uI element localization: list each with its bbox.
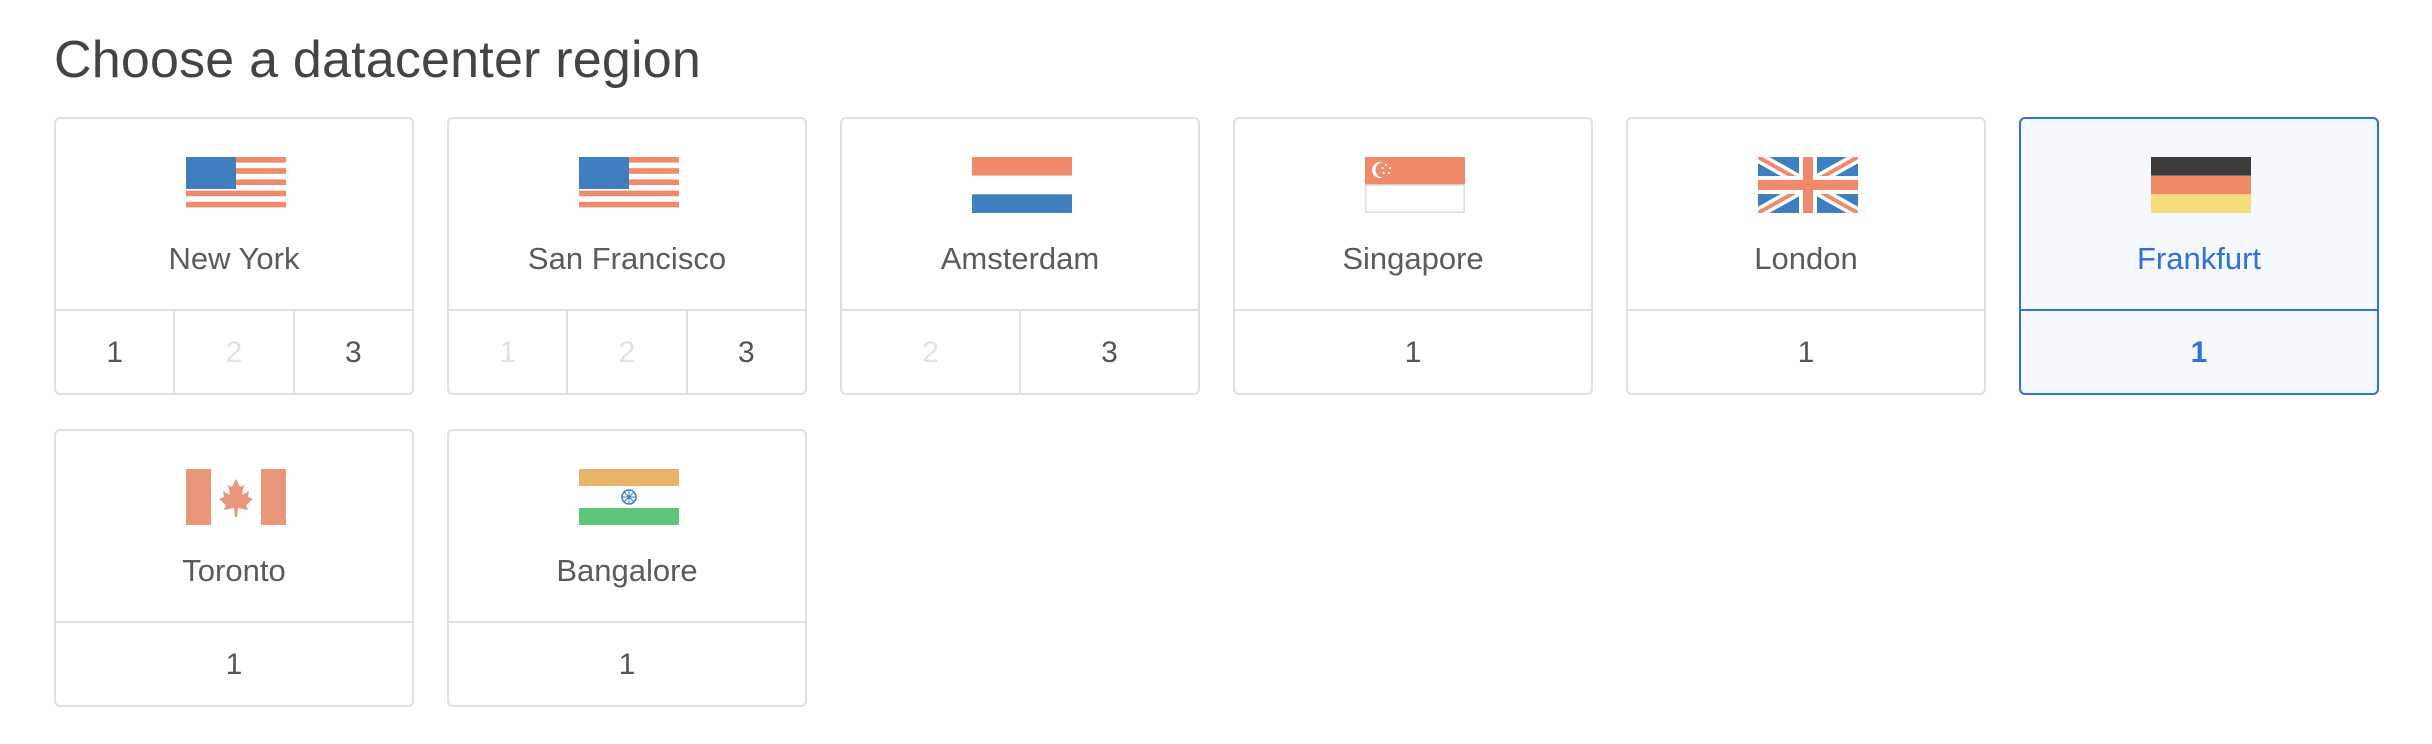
region-header[interactable]: Bangalore	[449, 431, 805, 621]
region-card-frankfurt[interactable]: Frankfurt 1	[2019, 117, 2379, 395]
region-header[interactable]: New York	[56, 119, 412, 309]
us-flag-icon	[579, 157, 679, 213]
datacenter-options: 1	[1235, 309, 1591, 393]
datacenter-options: 1 2 3	[449, 309, 805, 393]
region-name: Frankfurt	[2136, 241, 2262, 276]
region-card-new-york[interactable]: New York 1 2 3	[54, 117, 414, 395]
uk-flag-icon	[1758, 157, 1858, 213]
datacenter-option-selected[interactable]: 1	[2021, 311, 2377, 393]
region-card-san-francisco[interactable]: San Francisco 1 2 3	[447, 117, 807, 395]
datacenter-options: 1	[449, 621, 805, 705]
region-header[interactable]: Frankfurt	[2021, 119, 2377, 309]
region-card-toronto[interactable]: Toronto 1	[54, 429, 414, 707]
region-card-amsterdam[interactable]: Amsterdam 2 3	[840, 117, 1200, 395]
datacenter-option[interactable]: 1	[56, 623, 412, 705]
region-name: San Francisco	[527, 241, 727, 276]
region-header[interactable]: Singapore	[1235, 119, 1591, 309]
region-name: Toronto	[182, 553, 286, 588]
region-header[interactable]: Amsterdam	[842, 119, 1198, 309]
region-card-singapore[interactable]: Singapore 1	[1233, 117, 1593, 395]
datacenter-option[interactable]: 1	[1235, 311, 1591, 393]
germany-flag-icon	[2151, 157, 2251, 213]
datacenter-option[interactable]: 3	[1019, 311, 1198, 393]
datacenter-options: 2 3	[842, 309, 1198, 393]
region-card-bangalore[interactable]: Bangalore 1	[447, 429, 807, 707]
india-flag-icon	[579, 469, 679, 525]
region-name: Bangalore	[556, 553, 698, 588]
region-name: New York	[168, 241, 300, 276]
region-header[interactable]: London	[1628, 119, 1984, 309]
region-header[interactable]: Toronto	[56, 431, 412, 621]
region-name: Amsterdam	[940, 241, 1100, 276]
datacenter-option-disabled: 1	[499, 336, 516, 369]
datacenter-option[interactable]: 3	[292, 311, 412, 393]
region-header[interactable]: San Francisco	[449, 119, 805, 309]
canada-flag-icon	[186, 469, 286, 525]
region-card-london[interactable]: London 1	[1626, 117, 1986, 395]
us-flag-icon	[186, 157, 286, 213]
singapore-flag-icon	[1365, 157, 1465, 213]
datacenter-options: 1	[56, 621, 412, 705]
page-title: Choose a datacenter region	[54, 31, 701, 89]
region-name: London	[1754, 241, 1858, 276]
datacenter-option[interactable]: 1	[1628, 311, 1984, 393]
datacenter-option[interactable]: 3	[685, 311, 805, 393]
datacenter-option[interactable]: 1	[56, 311, 173, 393]
datacenter-option[interactable]: 1	[449, 623, 805, 705]
netherlands-flag-icon	[972, 157, 1072, 213]
datacenter-options: 1	[2021, 309, 2377, 393]
datacenter-options: 1 2 3	[56, 309, 412, 393]
datacenter-option-disabled: 2	[566, 311, 685, 393]
datacenter-options: 1	[1628, 309, 1984, 393]
region-name: Singapore	[1342, 241, 1484, 276]
datacenter-option-disabled: 2	[173, 311, 292, 393]
datacenter-option-disabled: 2	[922, 336, 939, 369]
